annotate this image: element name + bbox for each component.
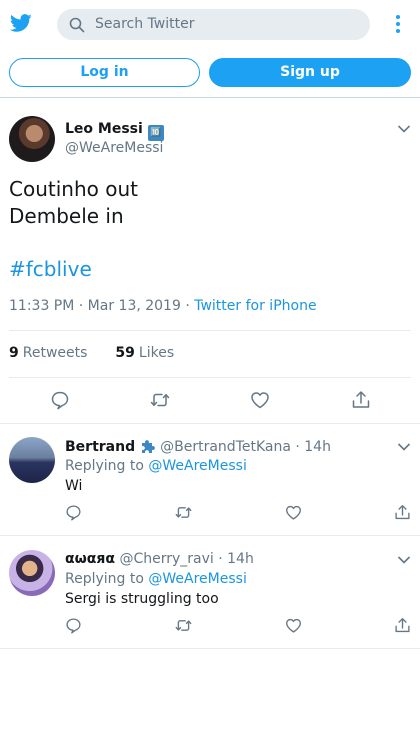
top-bar: Search Twitter xyxy=(0,0,420,50)
mention-link[interactable]: @WeAreMessi xyxy=(148,458,246,474)
header-divider xyxy=(0,97,420,98)
tweet-timestamp[interactable]: 11:33 PM · Mar 13, 2019 · xyxy=(9,298,194,314)
reply-author-name[interactable]: αωαяα xyxy=(65,551,115,567)
reply-actions xyxy=(0,504,420,522)
tweet-actions xyxy=(0,390,420,412)
author-name[interactable]: Leo Messi 🔟 xyxy=(65,121,164,141)
reply-header: αωαяα @Cherry_ravi · 14h xyxy=(65,551,254,567)
tweet-source-link[interactable]: Twitter for iPhone xyxy=(194,298,316,314)
divider xyxy=(9,330,411,331)
tweet-stats: 9 Retweets 59 Likes xyxy=(9,345,174,361)
chevron-down-icon[interactable] xyxy=(397,555,411,565)
reply-icon[interactable] xyxy=(65,617,82,634)
tweet-text-line: Coutinho out xyxy=(9,177,138,201)
hashtag-link[interactable]: #fcblive xyxy=(9,257,92,281)
reply-author-handle[interactable]: @Cherry_ravi xyxy=(115,551,213,567)
reply-avatar[interactable] xyxy=(9,550,55,596)
replying-to-prefix: Replying to xyxy=(65,458,149,474)
reply-avatar[interactable] xyxy=(9,437,55,483)
author-handle[interactable]: @WeAreMessi xyxy=(65,140,163,156)
login-button[interactable]: Log in xyxy=(9,58,200,87)
divider xyxy=(9,377,411,378)
reply-author-handle[interactable]: @BertrandTetKana xyxy=(160,439,291,455)
retweets-label: Retweets xyxy=(22,345,88,361)
twitter-bird-icon[interactable] xyxy=(9,12,33,34)
retweet-icon[interactable] xyxy=(150,390,170,410)
retweets-count: 9 xyxy=(9,345,19,361)
heart-icon[interactable] xyxy=(250,390,270,410)
replying-to: Replying to @WeAreMessi xyxy=(65,458,247,474)
auth-buttons: Log in Sign up xyxy=(0,58,420,90)
vertical-dots-icon[interactable] xyxy=(392,14,404,34)
reply-time: · 14h xyxy=(290,439,331,455)
search-box[interactable]: Search Twitter xyxy=(57,9,370,40)
replying-to: Replying to @WeAreMessi xyxy=(65,571,247,587)
reply-time: · 14h xyxy=(213,551,254,567)
tweet-meta: 11:33 PM · Mar 13, 2019 · Twitter for iP… xyxy=(9,298,317,314)
replying-to-prefix: Replying to xyxy=(65,571,149,587)
reply-tweet[interactable]: αωαяα @Cherry_ravi · 14h Replying to @We… xyxy=(0,537,420,649)
retweet-icon[interactable] xyxy=(175,617,192,634)
reply-header: Bertrand @BertrandTetKana · 14h xyxy=(65,438,331,455)
search-input[interactable]: Search Twitter xyxy=(95,16,194,32)
retweet-icon[interactable] xyxy=(175,504,192,521)
divider xyxy=(0,535,420,536)
likes-count: 59 xyxy=(115,345,135,361)
share-icon[interactable] xyxy=(394,504,411,521)
author-avatar[interactable] xyxy=(9,116,55,162)
share-icon[interactable] xyxy=(351,390,371,410)
reply-icon[interactable] xyxy=(65,504,82,521)
signup-button[interactable]: Sign up xyxy=(209,58,411,87)
reply-text: Sergi is struggling too xyxy=(65,591,219,607)
divider xyxy=(0,648,420,649)
tweet-text: Coutinho out Dembele in xyxy=(9,176,138,230)
search-icon xyxy=(69,17,85,33)
chevron-down-icon[interactable] xyxy=(397,442,411,452)
share-icon[interactable] xyxy=(394,617,411,634)
retweets-stat[interactable]: 9 Retweets xyxy=(9,345,87,361)
reply-icon[interactable] xyxy=(50,390,70,410)
heart-icon[interactable] xyxy=(285,504,302,521)
keycap-ten-badge: 🔟 xyxy=(147,125,164,141)
mention-link[interactable]: @WeAreMessi xyxy=(148,571,246,587)
reply-tweet[interactable]: Bertrand @BertrandTetKana · 14h Replying… xyxy=(0,424,420,536)
reply-text: Wi xyxy=(65,478,83,494)
heart-icon[interactable] xyxy=(285,617,302,634)
tweet-text-line: Dembele in xyxy=(9,204,124,228)
author-name-text: Leo Messi xyxy=(65,121,143,137)
reply-author-name[interactable]: Bertrand xyxy=(65,439,135,455)
puzzle-piece-icon xyxy=(142,440,155,453)
chevron-down-icon[interactable] xyxy=(397,124,411,134)
likes-label: Likes xyxy=(138,345,175,361)
likes-stat[interactable]: 59 Likes xyxy=(115,345,174,361)
reply-actions xyxy=(0,617,420,635)
